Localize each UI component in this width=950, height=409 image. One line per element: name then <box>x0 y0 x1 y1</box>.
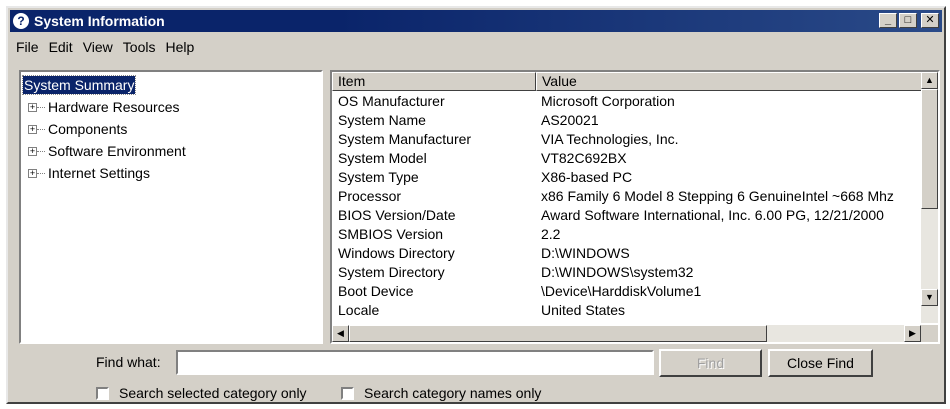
table-row[interactable]: System Directory D:\WINDOWS\system32 <box>332 263 922 282</box>
tree-item-hardware-resources[interactable]: + Hardware Resources <box>21 96 321 118</box>
menu-view[interactable]: View <box>79 39 119 55</box>
cell-value: VIA Technologies, Inc. <box>541 131 679 147</box>
expand-icon[interactable]: + <box>28 124 37 134</box>
cell-value: AS20021 <box>541 112 599 128</box>
table-row[interactable]: OS Manufacturer Microsoft Corporation <box>332 92 922 111</box>
cell-item: System Directory <box>338 264 445 280</box>
window-title: System Information <box>34 13 165 29</box>
cell-item: SMBIOS Version <box>338 226 444 242</box>
menu-file[interactable]: File <box>12 39 45 55</box>
vertical-scroll-thumb[interactable] <box>921 89 938 209</box>
tree-item-label: Hardware Resources <box>48 99 180 115</box>
details-table: Item Value OS Manufacturer Microsoft Corp… <box>330 70 940 344</box>
cell-item: System Name <box>338 112 426 128</box>
table-row[interactable]: System Type X86-based PC <box>332 168 922 187</box>
cell-value: 2.2 <box>541 226 561 242</box>
find-what-input[interactable] <box>176 350 654 375</box>
find-what-label: Find what: <box>96 354 161 370</box>
cell-value: Award Software International, Inc. 6.00 … <box>541 207 884 223</box>
menu-tools[interactable]: Tools <box>119 39 162 55</box>
tree-item-internet-settings[interactable]: + Internet Settings <box>21 162 321 184</box>
column-header-item[interactable]: Item <box>332 72 536 91</box>
table-row[interactable]: System Name AS20021 <box>332 111 922 130</box>
vertical-scrollbar[interactable]: ▲ ▼ <box>921 72 938 323</box>
cell-item: System Manufacturer <box>338 131 472 147</box>
tree-item-label: Software Environment <box>48 143 186 159</box>
table-row[interactable]: Locale United States <box>332 301 922 320</box>
menu-help[interactable]: Help <box>161 39 200 55</box>
close-button[interactable]: ✕ <box>921 13 939 28</box>
expand-icon[interactable]: + <box>28 146 37 156</box>
column-header-value[interactable]: Value <box>536 72 922 91</box>
tree-item-components[interactable]: + Components <box>21 118 321 140</box>
checkbox-icon[interactable] <box>96 386 109 400</box>
help-icon: ? <box>13 13 29 29</box>
checkbox-label: Search selected category only <box>119 385 307 401</box>
checkbox-icon[interactable] <box>341 386 354 400</box>
scroll-right-icon[interactable]: ▶ <box>904 325 921 342</box>
scroll-left-icon[interactable]: ◀ <box>332 325 349 342</box>
cell-item: OS Manufacturer <box>338 93 445 109</box>
category-tree[interactable]: System Summary + Hardware Resources + Co… <box>19 70 323 344</box>
table-row[interactable]: SMBIOS Version 2.2 <box>332 225 922 244</box>
find-button[interactable]: Find <box>659 349 762 377</box>
cell-value: D:\WINDOWS <box>541 245 630 261</box>
table-row[interactable]: System Manufacturer VIA Technologies, Inc… <box>332 130 922 149</box>
title-bar[interactable]: ? System Information _ □ ✕ <box>10 10 942 32</box>
horizontal-scroll-thumb[interactable] <box>349 325 767 342</box>
menu-edit[interactable]: Edit <box>45 39 79 55</box>
cell-value: D:\WINDOWS\system32 <box>541 264 694 280</box>
cell-value: x86 Family 6 Model 8 Stepping 6 GenuineI… <box>541 188 894 204</box>
cell-item: Processor <box>338 188 402 204</box>
cell-item: System Type <box>338 169 419 185</box>
tree-item-system-summary[interactable]: System Summary <box>21 75 137 95</box>
expand-icon[interactable]: + <box>28 102 37 112</box>
cell-value: \Device\HarddiskVolume1 <box>541 283 702 299</box>
cell-item: Boot Device <box>338 283 414 299</box>
table-row[interactable]: BIOS Version/Date Award Software Internat… <box>332 206 922 225</box>
search-category-names-checkbox[interactable]: Search category names only <box>341 385 541 401</box>
menu-bar: File Edit View Tools Help <box>12 36 200 58</box>
checkbox-label: Search category names only <box>364 385 542 401</box>
system-information-window: ? System Information _ □ ✕ File Edit Vie… <box>6 6 946 404</box>
tree-item-label: Components <box>48 121 128 137</box>
cell-item: Locale <box>338 302 380 318</box>
cell-value: United States <box>541 302 626 318</box>
scroll-up-icon[interactable]: ▲ <box>921 72 938 89</box>
tree-item-software-environment[interactable]: + Software Environment <box>21 140 321 162</box>
scroll-corner <box>921 325 938 342</box>
cell-item: Windows Directory <box>338 245 455 261</box>
scroll-down-icon[interactable]: ▼ <box>921 289 938 306</box>
table-row[interactable]: System Model VT82C692BX <box>332 149 922 168</box>
table-header: Item Value <box>332 72 922 91</box>
maximize-button[interactable]: □ <box>899 13 917 28</box>
expand-icon[interactable]: + <box>28 168 37 178</box>
search-selected-category-checkbox[interactable]: Search selected category only <box>96 385 307 401</box>
cell-value: X86-based PC <box>541 169 633 185</box>
table-row[interactable]: Processor x86 Family 6 Model 8 Stepping 6… <box>332 187 922 206</box>
table-body: OS Manufacturer Microsoft Corporation Syst… <box>332 92 922 321</box>
cell-value: VT82C692BX <box>541 150 627 166</box>
cell-item: System Model <box>338 150 427 166</box>
minimize-button[interactable]: _ <box>879 13 897 28</box>
close-find-button[interactable]: Close Find <box>768 349 873 377</box>
horizontal-scrollbar[interactable]: ◀ ▶ <box>332 325 921 342</box>
table-row[interactable]: Windows Directory D:\WINDOWS <box>332 244 922 263</box>
cell-item: BIOS Version/Date <box>338 207 456 223</box>
cell-value: Microsoft Corporation <box>541 93 675 109</box>
tree-item-label: Internet Settings <box>48 165 150 181</box>
table-row[interactable]: Boot Device \Device\HarddiskVolume1 <box>332 282 922 301</box>
